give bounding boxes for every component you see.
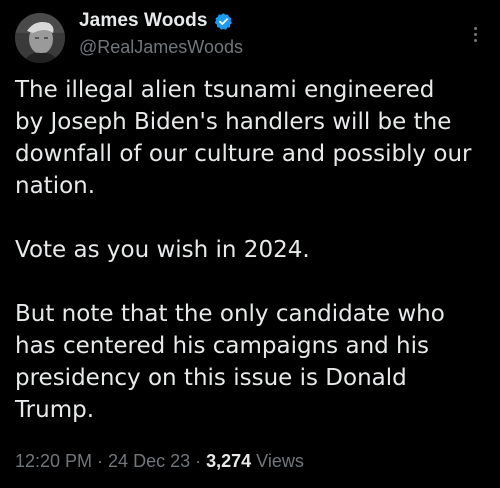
tweet-line: downfall of our culture and possibly our [15, 141, 472, 167]
tweet-line: Trump. [15, 397, 95, 423]
meta-separator: · [92, 451, 109, 471]
meta-separator: · [190, 451, 207, 471]
author-name-row[interactable]: James Woods [79, 10, 233, 32]
tweet-meta: 12:20 PM · 24 Dec 23 · 3,274 Views [15, 451, 304, 472]
tweet-line: nation. [15, 173, 96, 199]
tweet-line: Vote as you wish in 2024. [15, 237, 310, 263]
more-options-icon[interactable] [468, 22, 482, 46]
display-name[interactable]: James Woods [79, 10, 208, 32]
tweet-line: presidency on this issue is Donald [15, 365, 407, 391]
tweet-line: by Joseph Biden's handlers will be the [15, 109, 452, 135]
tweet-line: The illegal alien tsunami engineered [15, 77, 435, 103]
views-count: 3,274 [206, 451, 252, 471]
tweet: James Woods @RealJamesWoods The illegal … [0, 0, 500, 488]
tweet-paragraph: Vote as you wish in 2024. [15, 234, 485, 266]
verified-badge-icon [214, 12, 233, 31]
handle[interactable]: @RealJamesWoods [79, 37, 243, 58]
tweet-text: The illegal alien tsunami engineered by … [15, 74, 485, 426]
avatar[interactable] [15, 13, 65, 63]
views-label: Views [256, 451, 304, 471]
tweet-paragraph: But note that the only candidate who has… [15, 298, 485, 426]
tweet-line: But note that the only candidate who [15, 301, 445, 327]
tweet-date[interactable]: 24 Dec 23 [108, 451, 190, 471]
tweet-time[interactable]: 12:20 PM [15, 451, 92, 471]
tweet-line: has centered his campaigns and his [15, 333, 430, 359]
avatar-image [15, 13, 65, 63]
tweet-paragraph: The illegal alien tsunami engineered by … [15, 74, 485, 202]
